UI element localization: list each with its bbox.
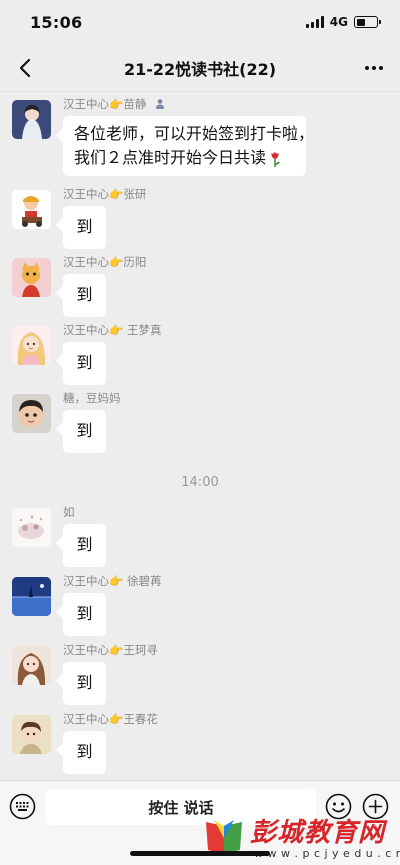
sender-name: 糖，豆妈妈 xyxy=(63,391,121,405)
more-dots-icon[interactable] xyxy=(362,56,386,80)
message-item: 汉王中心👉 徐碧苒 到 xyxy=(0,569,400,639)
battery-level xyxy=(356,18,366,26)
watermark-logo: 彭城教育网 w w w . p c j y e d u . c n xyxy=(200,812,400,864)
message-item: 如 到 xyxy=(0,500,400,570)
keyboard-icon[interactable] xyxy=(9,793,36,820)
home-indicator xyxy=(130,851,270,856)
nav-bar: 21-22悦读书社(22) xyxy=(0,44,400,92)
avatar[interactable] xyxy=(12,508,51,547)
battery-icon xyxy=(354,16,381,28)
chat-area[interactable]: 汉王中心👉苗静 各位老师，可以开始签到打卡啦， 我们２点准时开始今日共读 汉王中… xyxy=(0,92,400,780)
avatar[interactable] xyxy=(12,258,51,297)
message-bubble[interactable]: 到 xyxy=(63,593,106,636)
message-bubble[interactable]: 各位老师，可以开始签到打卡啦， 我们２点准时开始今日共读 xyxy=(63,116,315,176)
avatar[interactable] xyxy=(12,577,51,616)
sender-name: 汉王中心👉张研 xyxy=(63,187,147,201)
message-item: 汉王中心👉苗静 各位老师，可以开始签到打卡啦， 我们２点准时开始今日共读 xyxy=(0,92,400,182)
sender-name: 汉王中心👉苗静 xyxy=(63,96,166,112)
message-bubble[interactable]: 到 xyxy=(63,274,106,317)
message-item: 汉王中心👉王珂寻 到 xyxy=(0,638,400,708)
status-time: 15:06 xyxy=(30,12,83,32)
avatar[interactable] xyxy=(12,100,51,139)
signal-icon xyxy=(305,16,324,28)
message-item: 糖，豆妈妈 到 xyxy=(0,386,400,466)
message-bubble[interactable]: 到 xyxy=(63,342,106,385)
avatar[interactable] xyxy=(12,326,51,365)
message-item: 汉王中心👉历阳 到 xyxy=(0,250,400,318)
sender-name: 如 xyxy=(63,505,75,519)
tulip-emoji-icon xyxy=(271,151,281,167)
message-text-line: 各位老师，可以开始签到打卡啦， xyxy=(74,124,315,143)
avatar[interactable] xyxy=(12,646,51,685)
message-item: 汉王中心👉王春花 到 xyxy=(0,707,400,780)
status-bar: 15:06 4G xyxy=(0,0,400,44)
back-chevron-icon[interactable] xyxy=(14,56,38,80)
message-bubble[interactable]: 到 xyxy=(63,731,106,774)
chat-title: 21-22悦读书社(22) xyxy=(123,59,277,79)
message-bubble[interactable]: 到 xyxy=(63,410,106,453)
message-item: 汉王中心👉 王梦真 到 xyxy=(0,318,400,386)
avatar[interactable] xyxy=(12,394,51,433)
status-indicators: 4G xyxy=(305,15,381,29)
sender-name: 汉王中心👉 徐碧苒 xyxy=(63,574,162,588)
sender-name: 汉王中心👉王珂寻 xyxy=(63,643,158,657)
message-item: 汉王中心👉张研 到 xyxy=(0,182,400,250)
message-text-line-2: 我们２点准时开始今日共读 xyxy=(74,146,295,170)
watermark-title: 彭城教育网 xyxy=(250,818,386,848)
sender-label: 汉王中心👉苗静 xyxy=(63,97,147,111)
message-bubble[interactable]: 到 xyxy=(63,524,106,567)
sender-name: 汉王中心👉历阳 xyxy=(63,255,147,269)
message-bubble[interactable]: 到 xyxy=(63,206,106,249)
message-bubble[interactable]: 到 xyxy=(63,662,106,705)
avatar[interactable] xyxy=(12,715,51,754)
sender-name: 汉王中心👉 王梦真 xyxy=(63,323,162,337)
watermark-url: w w w . p c j y e d u . c n xyxy=(254,847,400,860)
time-divider: 14:00 xyxy=(181,475,219,490)
message-text-line-content: 我们２点准时开始今日共读 xyxy=(74,148,267,167)
admin-badge-icon xyxy=(156,99,165,109)
avatar[interactable] xyxy=(12,190,51,229)
sender-name: 汉王中心👉王春花 xyxy=(63,712,158,726)
network-type: 4G xyxy=(329,15,348,29)
